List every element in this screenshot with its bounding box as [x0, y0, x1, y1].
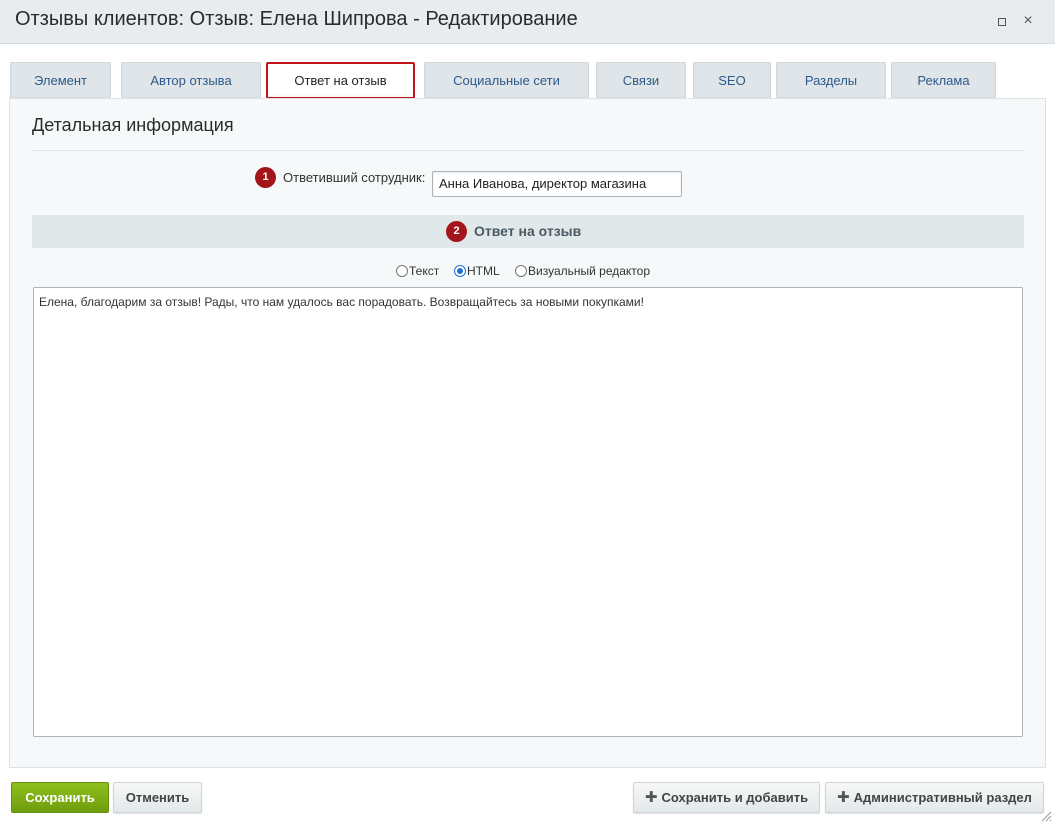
responder-input[interactable]: Анна Иванова, директор магазина: [432, 171, 682, 197]
radio-circle: [515, 265, 527, 277]
radio-circle: [396, 265, 408, 277]
radio-html[interactable]: HTML: [454, 264, 500, 278]
tab-sections[interactable]: Разделы: [776, 62, 886, 99]
admin-section-button[interactable]: ✚ Административный раздел: [825, 782, 1044, 813]
tab-bar: Элемент Автор отзыва Ответ на отзыв Соци…: [0, 62, 1055, 99]
save-button[interactable]: Сохранить: [11, 782, 109, 813]
plus-icon: ✚: [837, 789, 850, 806]
window-titlebar: Отзывы клиентов: Отзыв: Елена Шипрова - …: [0, 0, 1055, 44]
reply-subheader-title: Ответ на отзыв: [474, 223, 582, 239]
close-icon[interactable]: ×: [1020, 13, 1036, 29]
plus-icon: ✚: [644, 789, 658, 806]
reply-textarea[interactable]: Елена, благодарим за отзыв! Рады, что на…: [33, 287, 1023, 737]
radio-html-label: HTML: [467, 264, 500, 278]
radio-visual-label: Визуальный редактор: [528, 264, 651, 278]
window-title: Отзывы клиентов: Отзыв: Елена Шипрова - …: [15, 8, 578, 30]
radio-text[interactable]: Текст: [396, 264, 439, 278]
admin-section-label: Административный раздел: [853, 790, 1032, 805]
cancel-button[interactable]: Отменить: [113, 782, 202, 813]
save-and-add-label: Сохранить и добавить: [661, 790, 809, 805]
save-and-add-button[interactable]: ✚ Сохранить и добавить: [633, 782, 820, 813]
tab-links[interactable]: Связи: [596, 62, 686, 99]
radio-text-label: Текст: [409, 264, 440, 278]
tab-reply[interactable]: Ответ на отзыв: [266, 62, 415, 99]
resize-grip-icon[interactable]: [1040, 810, 1052, 822]
tab-element[interactable]: Элемент: [10, 62, 111, 99]
section-title: Детальная информация: [32, 115, 234, 135]
section-divider: [32, 150, 1024, 151]
tab-author[interactable]: Автор отзыва: [121, 62, 261, 99]
maximize-icon[interactable]: [994, 13, 1010, 29]
radio-visual-editor[interactable]: Визуальный редактор: [515, 264, 650, 278]
step-badge-1: 1: [255, 167, 276, 188]
step-badge-2: 2: [446, 221, 467, 242]
tab-ads[interactable]: Реклама: [891, 62, 996, 99]
tab-content-panel: Детальная информация 1 Ответивший сотруд…: [9, 98, 1046, 768]
tab-social[interactable]: Социальные сети: [424, 62, 589, 99]
tab-seo[interactable]: SEO: [693, 62, 771, 99]
radio-circle: [454, 265, 466, 277]
responder-label: Ответивший сотрудник:: [283, 170, 426, 185]
reply-subheader: 2 Ответ на отзыв: [32, 215, 1024, 248]
